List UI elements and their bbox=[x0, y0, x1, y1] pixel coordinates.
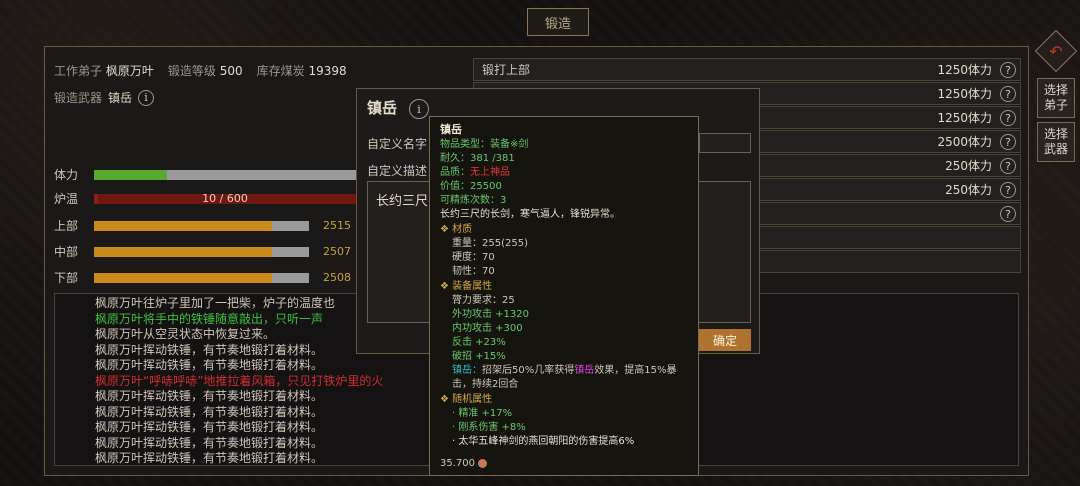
random-attr-2: · 刚系伤害 +8% bbox=[452, 422, 526, 433]
bar-track: 10 / 600 bbox=[94, 191, 356, 205]
quality-label: 品质： bbox=[440, 167, 470, 178]
bar-value: 10 / 600 bbox=[202, 191, 248, 205]
bar-row: 体力 bbox=[54, 166, 356, 183]
skill-name: 镇岳： bbox=[452, 365, 482, 376]
bar-fill bbox=[94, 272, 273, 283]
equip-attr-title: 装备属性 bbox=[452, 281, 493, 292]
diamond-icon: ❖ bbox=[440, 394, 453, 405]
bar-track bbox=[94, 220, 309, 231]
item-description: 长约三尺的长剑，寒气逼人，锋锐异常。 bbox=[440, 209, 620, 220]
diamond-icon: ❖ bbox=[440, 281, 453, 292]
disciple-label: 工作弟子 bbox=[54, 64, 103, 78]
skill-keyword: 镇岳 bbox=[574, 365, 595, 376]
custom-desc-label: 自定义描述 bbox=[367, 164, 428, 178]
action-cost: 250体力 bbox=[945, 183, 992, 197]
action-cost: 2500体力 bbox=[937, 135, 992, 149]
info-icon[interactable]: i bbox=[409, 99, 429, 119]
random-attr-3: · 太华五峰神剑的燕回朝阳的伤害提高6% bbox=[452, 436, 635, 447]
level-label: 锻造等级 bbox=[167, 64, 216, 78]
weapon-label: 锻造武器 bbox=[54, 91, 103, 105]
coin-icon bbox=[478, 458, 488, 468]
action-cost: 1250体力 bbox=[937, 87, 992, 101]
level-value: 500 bbox=[219, 64, 243, 78]
bar-fill bbox=[94, 246, 273, 257]
custom-name-input[interactable] bbox=[699, 133, 751, 153]
return-icon: ↶ bbox=[1049, 41, 1063, 61]
skill-pre: 招架后50%几率获得 bbox=[482, 365, 575, 376]
item-durability: 耐久：381 /381 bbox=[440, 153, 515, 164]
counter-attack: 反击 +23% bbox=[452, 337, 506, 348]
quality-value: 无上神品 bbox=[470, 167, 510, 178]
random-attr-1: · 精准 +17% bbox=[452, 408, 513, 419]
help-icon[interactable]: ? bbox=[1000, 62, 1016, 78]
info-row: 工作弟子 枫原万叶 锻造等级 500 库存煤炭 19398 bbox=[54, 62, 347, 79]
random-attr-title: 随机属性 bbox=[452, 394, 493, 405]
bar-fill bbox=[94, 169, 168, 180]
material-title: 材质 bbox=[452, 224, 473, 235]
info-icon[interactable]: i bbox=[138, 89, 155, 106]
bar-value: 2507 bbox=[323, 245, 351, 258]
dialog-title: 镇岳 bbox=[367, 99, 398, 117]
bar-row: 炉温 10 / 600 bbox=[54, 190, 356, 207]
help-icon[interactable]: ? bbox=[1000, 134, 1016, 150]
weight: 重量：255(255) bbox=[452, 238, 528, 249]
strength-requirement: 膂力要求：25 bbox=[452, 295, 515, 306]
bar-track bbox=[94, 246, 309, 257]
bar-label: 中部 bbox=[54, 245, 79, 259]
bar-value: 2508 bbox=[323, 271, 351, 284]
internal-attack: 内功攻击 +300 bbox=[452, 323, 523, 334]
page-title: 锻造 bbox=[527, 8, 589, 36]
bar-fill bbox=[94, 220, 273, 231]
help-icon[interactable]: ? bbox=[1000, 206, 1016, 222]
break-move: 破招 +15% bbox=[452, 351, 506, 362]
help-icon[interactable]: ? bbox=[1000, 86, 1016, 102]
refine-count: 可精炼次数：3 bbox=[440, 195, 507, 206]
bar-label: 炉温 bbox=[54, 192, 79, 206]
item-tooltip: 镇岳 物品类型：装备※剑 耐久：381 /381 品质：无上神品 价值：2550… bbox=[429, 116, 699, 476]
forge-action-row[interactable]: 锻打上部 1250体力? bbox=[473, 58, 1021, 81]
weapon-row: 锻造武器 镇岳 i bbox=[54, 89, 155, 106]
toughness: 韧性：70 bbox=[452, 266, 495, 277]
bottom-value: 35.700 bbox=[440, 458, 475, 469]
bar-track bbox=[94, 169, 356, 180]
bar-row: 中部 2507 bbox=[54, 243, 351, 260]
select-weapon-button[interactable]: 选择 武器 bbox=[1037, 122, 1075, 162]
weapon-value: 镇岳 bbox=[108, 91, 133, 105]
coal-value: 19398 bbox=[308, 64, 347, 78]
action-cost: 1250体力 bbox=[937, 111, 992, 125]
action-cost: 1250体力 bbox=[937, 63, 992, 77]
item-type: 物品类型：装备※剑 bbox=[440, 139, 529, 150]
bar-row: 上部 2515 bbox=[54, 217, 351, 234]
bar-row: 下部 2508 bbox=[54, 269, 351, 286]
help-icon[interactable]: ? bbox=[1000, 110, 1016, 126]
action-cost: 250体力 bbox=[945, 159, 992, 173]
bar-label: 下部 bbox=[54, 271, 79, 285]
bar-label: 上部 bbox=[54, 219, 79, 233]
item-name: 镇岳 bbox=[440, 123, 462, 136]
action-label: 锻打上部 bbox=[482, 63, 531, 77]
help-icon[interactable]: ? bbox=[1000, 158, 1016, 174]
external-attack: 外功攻击 +1320 bbox=[452, 309, 530, 320]
bar-label: 体力 bbox=[54, 168, 79, 182]
bar-value: 2515 bbox=[323, 219, 351, 232]
help-icon[interactable]: ? bbox=[1000, 182, 1016, 198]
select-disciple-button[interactable]: 选择 弟子 bbox=[1037, 78, 1075, 118]
hardness: 硬度：70 bbox=[452, 252, 495, 263]
item-price: 价值：25500 bbox=[440, 181, 502, 192]
confirm-button[interactable]: 确定 bbox=[699, 329, 751, 351]
bar-track bbox=[94, 272, 309, 283]
coal-label: 库存煤炭 bbox=[256, 64, 305, 78]
disciple-value: 枫原万叶 bbox=[105, 64, 154, 78]
custom-name-label: 自定义名字 bbox=[367, 137, 428, 151]
diamond-icon: ❖ bbox=[440, 224, 453, 235]
